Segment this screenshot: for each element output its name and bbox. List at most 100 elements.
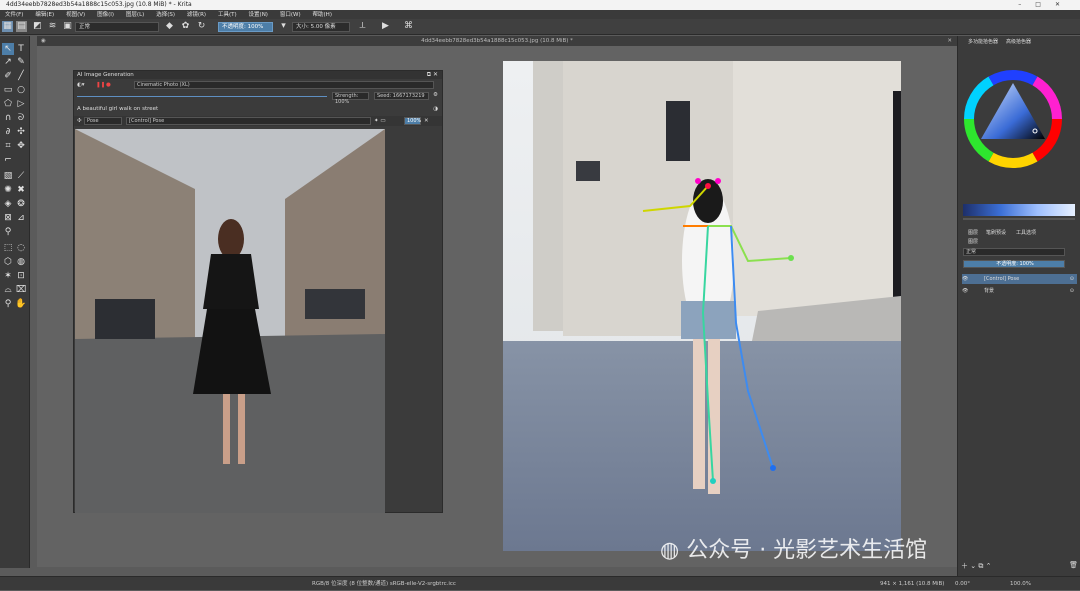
- control-type-select[interactable]: Pose: [84, 117, 122, 125]
- prompt-input[interactable]: A beautiful girl walk on street: [77, 106, 158, 112]
- strength-field[interactable]: Strength: 100%: [332, 92, 369, 105]
- pan-tool-icon[interactable]: ✋: [15, 298, 27, 310]
- close-button[interactable]: ✕: [1055, 1, 1074, 8]
- brush-tip-icon[interactable]: ▣: [62, 21, 73, 32]
- contiguous-select-tool-icon[interactable]: ✶: [2, 270, 14, 282]
- tab-layers[interactable]: 图层: [968, 229, 978, 236]
- pause-icon[interactable]: ❚❚: [96, 80, 105, 90]
- smart-patch-tool-icon[interactable]: ✖: [15, 184, 27, 196]
- freehand-brush-tool-icon[interactable]: ✐: [2, 70, 14, 82]
- saturation-value-triangle[interactable]: [981, 83, 1045, 139]
- freehand-path-tool-icon[interactable]: ᘐ: [15, 112, 27, 124]
- enclose-fill-tool-icon[interactable]: ❂: [15, 198, 27, 210]
- reference-tool-icon[interactable]: ⚲: [2, 226, 14, 238]
- layer-opacity-slider[interactable]: 不透明度: 100%: [963, 260, 1065, 268]
- gradient-icon[interactable]: ▤: [16, 21, 27, 32]
- opacity-slider[interactable]: 不透明度: 100%: [218, 22, 273, 32]
- settings-icon[interactable]: ⚙: [433, 90, 438, 100]
- visibility-eye-icon[interactable]: 👁: [962, 288, 968, 294]
- negative-prompt-icon[interactable]: ◑: [433, 104, 438, 114]
- eraser-icon[interactable]: ◆: [164, 21, 175, 32]
- close-document-icon[interactable]: ✕: [947, 36, 952, 46]
- rotation-angle[interactable]: 0.00°: [955, 577, 970, 591]
- layer-row[interactable]: 👁 背景 ⊙: [962, 286, 1077, 296]
- seed-field[interactable]: Seed: 1667173219: [374, 92, 429, 100]
- add-control-icon[interactable]: ✦ ▭: [374, 116, 386, 126]
- fill-tool-icon[interactable]: ◈: [2, 198, 14, 210]
- size-slider[interactable]: 大小: 5.00 像素: [292, 22, 350, 32]
- line-tool-icon[interactable]: ╱: [15, 70, 27, 82]
- tab-advanced-color-selector[interactable]: 高级拾色器: [1006, 38, 1031, 45]
- polyline-tool-icon[interactable]: ▷: [15, 98, 27, 110]
- visibility-eye-icon[interactable]: 👁: [962, 276, 968, 282]
- bezier-select-tool-icon[interactable]: ⌓: [2, 284, 14, 296]
- freehand-select-tool-icon[interactable]: ◍: [15, 256, 27, 268]
- magnetic-select-tool-icon[interactable]: ⌧: [15, 284, 27, 296]
- assistant-tool-icon[interactable]: ⊠: [2, 212, 14, 224]
- record-icon[interactable]: ●: [106, 80, 111, 90]
- style-select[interactable]: Cinematic Photo (XL): [134, 81, 434, 89]
- gradient-tool-icon[interactable]: ▧: [2, 170, 14, 182]
- color-wheel[interactable]: [963, 69, 1063, 169]
- tab-tool-options[interactable]: 工具选项: [1016, 229, 1036, 236]
- measure-tool-icon[interactable]: ⊿: [15, 212, 27, 224]
- wrap-around-icon[interactable]: ⌘: [403, 21, 414, 32]
- color-space-info[interactable]: RGB/8 位深度 (8 位整数/通道) sRGB-elle-V2-srgbtr…: [312, 577, 456, 591]
- move-tool-icon[interactable]: ✥: [15, 140, 27, 152]
- blend-mode-select[interactable]: 正常: [75, 22, 159, 32]
- document-tab[interactable]: 4dd34eebb7828ed3b54a1888c15c053.jpg (10.…: [37, 36, 957, 46]
- brush-preset-icon[interactable]: ≋: [47, 21, 58, 32]
- color-picker-tool-icon[interactable]: ⟋: [15, 170, 27, 182]
- color-swap-icon[interactable]: ◩: [32, 21, 43, 32]
- dropdown-icon[interactable]: ▾: [278, 21, 289, 32]
- generated-preview-image[interactable]: [75, 129, 385, 513]
- document-tab-title: 4dd34eebb7828ed3b54a1888c15c053.jpg (10.…: [421, 38, 573, 44]
- layer-lock-icon[interactable]: ⊙: [1070, 274, 1074, 284]
- zoom-level[interactable]: 100.0%: [1010, 577, 1031, 591]
- control-strength-field[interactable]: 100%: [404, 117, 421, 125]
- layer-row[interactable]: 👁 [Control] Pose ⊙: [962, 274, 1077, 284]
- similar-select-tool-icon[interactable]: ⊡: [15, 270, 27, 282]
- calligraphy-tool-icon[interactable]: ✎: [15, 56, 27, 68]
- polygon-tool-icon[interactable]: ⬠: [2, 98, 14, 110]
- ellipse-select-tool-icon[interactable]: ◌: [15, 242, 27, 254]
- rect-select-tool-icon[interactable]: ⬚: [2, 242, 14, 254]
- crop-tool-icon[interactable]: ⌐: [2, 154, 14, 166]
- dynamic-brush-tool-icon[interactable]: ∂: [2, 126, 14, 138]
- duplicate-layer-icon[interactable]: ⧉: [978, 562, 983, 570]
- docker-close-icon[interactable]: ⧉ ✕: [427, 71, 438, 79]
- color-slider[interactable]: [963, 204, 1075, 216]
- rectangle-tool-icon[interactable]: ▭: [2, 84, 14, 96]
- edit-shapes-tool-icon[interactable]: ↗: [2, 56, 14, 68]
- tab-multi-color-selector[interactable]: 多功能拾色器: [968, 38, 998, 45]
- mirror-vertical-icon[interactable]: ▶: [380, 21, 391, 32]
- workspace-icon[interactable]: ◐▾: [77, 82, 85, 88]
- layer-lock-icon[interactable]: ⊙: [1070, 286, 1074, 296]
- zoom-tool-icon[interactable]: ⚲: [2, 298, 14, 310]
- transform-tool-icon[interactable]: ⌗: [2, 140, 14, 152]
- colorize-mask-tool-icon[interactable]: ✺: [2, 184, 14, 196]
- delete-layer-icon[interactable]: 🗑: [1069, 561, 1078, 569]
- remove-control-icon[interactable]: ✕: [424, 116, 429, 126]
- reload-icon[interactable]: ↻: [196, 21, 207, 32]
- select-shapes-tool-icon[interactable]: ↖: [2, 43, 14, 55]
- add-layer-icon[interactable]: ＋: [961, 562, 968, 570]
- window-controls[interactable]: –□✕: [1018, 0, 1074, 10]
- maximize-button[interactable]: □: [1035, 1, 1055, 8]
- bezier-tool-icon[interactable]: ∩: [2, 112, 14, 124]
- pose-keypoint: [695, 178, 701, 184]
- multibrush-tool-icon[interactable]: ✣: [15, 126, 27, 138]
- layer-blend-select[interactable]: 正常: [963, 248, 1065, 256]
- document-image[interactable]: [503, 61, 901, 551]
- minimize-button[interactable]: –: [1018, 1, 1035, 8]
- control-layer-select[interactable]: [Control] Pose: [126, 117, 371, 125]
- ellipse-tool-icon[interactable]: ○: [15, 84, 27, 96]
- alpha-lock-icon[interactable]: ✿: [180, 21, 191, 32]
- move-up-icon[interactable]: ⌃: [986, 562, 992, 570]
- move-down-icon[interactable]: ⌄: [970, 562, 976, 570]
- polygon-select-tool-icon[interactable]: ⬡: [2, 256, 14, 268]
- pattern-icon[interactable]: ▦: [2, 21, 13, 32]
- mirror-horizontal-icon[interactable]: ⟂: [357, 21, 368, 32]
- tab-brush-presets[interactable]: 笔刷预设: [986, 229, 1006, 236]
- text-tool-icon[interactable]: T: [15, 43, 27, 55]
